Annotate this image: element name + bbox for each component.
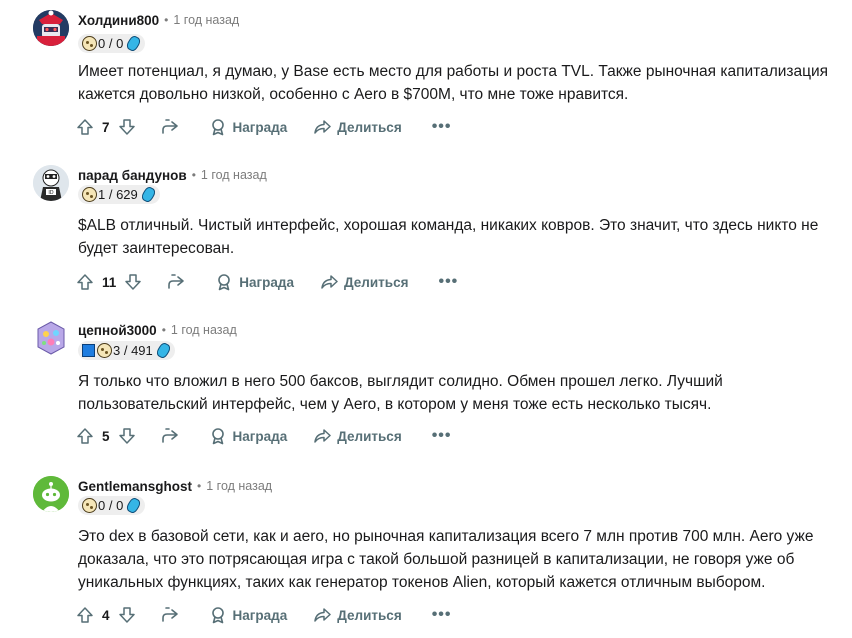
share-label: Делиться	[337, 119, 402, 135]
comment-actions: 7 Награда Делиться •••	[76, 115, 452, 139]
coin-icon	[82, 187, 97, 202]
flair-text: 0 / 0	[98, 498, 124, 513]
reply-icon[interactable]	[160, 118, 180, 136]
svg-text:ID: ID	[48, 190, 53, 196]
upvote-icon[interactable]	[76, 427, 94, 445]
award-label: Награда	[232, 428, 288, 444]
downvote-icon[interactable]	[118, 118, 136, 136]
user-flair: 0 / 0	[78, 34, 146, 53]
comment-actions: 11 Награда Делиться •••	[76, 270, 458, 294]
award-label: Награда	[232, 119, 288, 135]
share-icon	[320, 273, 338, 291]
award-button[interactable]: Награда	[215, 273, 294, 291]
avatar[interactable]	[33, 476, 69, 512]
author-name[interactable]: цепной3000	[78, 323, 157, 338]
coin-icon	[82, 498, 97, 513]
avatar[interactable]	[33, 10, 69, 46]
timestamp[interactable]: 1 год назад	[171, 323, 237, 337]
comment-meta: парад бандунов • 1 год назад	[78, 165, 267, 185]
more-icon[interactable]: •••	[432, 606, 452, 624]
author-name[interactable]: парад бандунов	[78, 168, 187, 183]
comment-text: Имеет потенциал, я думаю, у Base есть ме…	[78, 63, 829, 103]
meta-separator: •	[191, 168, 196, 182]
flair-text: 0 / 0	[98, 36, 124, 51]
comment-actions: 4 Награда Делиться •••	[76, 603, 452, 627]
share-button[interactable]: Делиться	[313, 606, 402, 624]
user-flair: 3 / 491	[78, 341, 175, 360]
award-label: Награда	[239, 274, 294, 290]
award-button[interactable]: Награда	[209, 118, 288, 136]
comment-actions: 5 Награда Делиться •••	[76, 424, 452, 448]
award-icon	[215, 273, 233, 291]
upvote-icon[interactable]	[76, 273, 94, 291]
reply-icon[interactable]	[160, 606, 180, 624]
share-label: Делиться	[344, 274, 409, 290]
share-icon	[313, 118, 331, 136]
share-button[interactable]: Делиться	[320, 273, 408, 291]
gem-icon	[154, 341, 172, 360]
more-icon[interactable]: •••	[438, 273, 458, 291]
share-icon	[313, 427, 331, 445]
reply-icon[interactable]	[166, 273, 186, 291]
vote-count: 11	[102, 274, 117, 290]
award-button[interactable]: Награда	[209, 606, 288, 624]
author-name[interactable]: Холдини800	[78, 13, 159, 28]
user-flair: 1 / 629	[78, 185, 160, 204]
award-label: Награда	[232, 607, 288, 623]
more-icon[interactable]: •••	[432, 118, 452, 136]
vote-count: 5	[102, 428, 110, 444]
meta-separator: •	[164, 13, 169, 27]
more-icon[interactable]: •••	[432, 427, 452, 445]
vote-count: 7	[102, 119, 110, 135]
timestamp[interactable]: 1 год назад	[206, 479, 272, 493]
comment-text: $ALB отличный. Чистый интерфейс, хорошая…	[78, 217, 819, 257]
comment-meta: Холдини800 • 1 год назад	[78, 10, 239, 30]
flair-square-icon	[82, 344, 95, 357]
award-icon	[209, 427, 227, 445]
avatar[interactable]	[33, 320, 69, 356]
comment-meta: Gentlemansghost • 1 год назад	[78, 476, 272, 496]
timestamp[interactable]: 1 год назад	[173, 13, 239, 27]
award-icon	[209, 118, 227, 136]
reply-icon[interactable]	[160, 427, 180, 445]
avatar[interactable]: ID	[33, 165, 69, 201]
gem-icon	[125, 496, 143, 515]
timestamp[interactable]: 1 год назад	[201, 168, 267, 182]
downvote-icon[interactable]	[124, 273, 142, 291]
share-icon	[313, 606, 331, 624]
upvote-icon[interactable]	[76, 606, 94, 624]
share-button[interactable]: Делиться	[313, 427, 402, 445]
gem-icon	[125, 34, 143, 53]
user-flair: 0 / 0	[78, 496, 146, 515]
vote-count: 4	[102, 607, 110, 623]
comment-text: Это dex в базовой сети, как и aero, но р…	[78, 528, 814, 591]
meta-separator: •	[197, 479, 202, 493]
share-button[interactable]: Делиться	[313, 118, 402, 136]
share-label: Делиться	[337, 428, 402, 444]
downvote-icon[interactable]	[118, 606, 136, 624]
comment-text: Я только что вложил в него 500 баксов, в…	[78, 373, 723, 413]
flair-text: 1 / 629	[98, 187, 138, 202]
flair-text: 3 / 491	[113, 343, 153, 358]
author-name[interactable]: Gentlemansghost	[78, 479, 192, 494]
downvote-icon[interactable]	[118, 427, 136, 445]
award-button[interactable]: Награда	[209, 427, 288, 445]
upvote-icon[interactable]	[76, 118, 94, 136]
award-icon	[209, 606, 227, 624]
coin-icon	[82, 36, 97, 51]
share-label: Делиться	[337, 607, 402, 623]
coin-icon	[97, 343, 112, 358]
gem-icon	[139, 185, 157, 204]
meta-separator: •	[161, 323, 166, 337]
comment-meta: цепной3000 • 1 год назад	[78, 320, 237, 340]
